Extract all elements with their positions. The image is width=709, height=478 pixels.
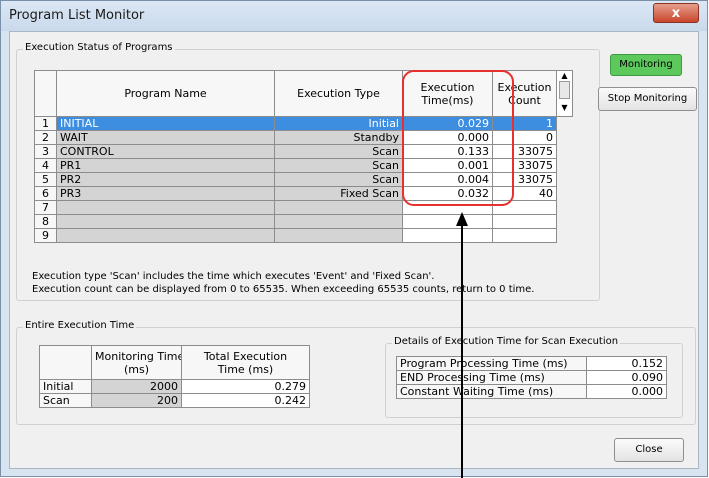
- entire-execution-time-table: Monitoring Time (ms) Total Execution Tim…: [39, 345, 310, 408]
- execution-type-cell[interactable]: Scan: [274, 158, 403, 173]
- monitoring-time-header-line1: Monitoring Time: [95, 349, 182, 363]
- table-row[interactable]: 9: [34, 228, 573, 243]
- total-execution-time-header-line2: Time (ms): [217, 362, 274, 376]
- execution-type-cell[interactable]: Initial: [274, 116, 403, 131]
- scroll-up-arrow-icon[interactable]: ▲: [558, 72, 572, 82]
- execution-time-highlight: [402, 70, 514, 206]
- detail-value: 0.152: [586, 356, 667, 371]
- execution-type-header[interactable]: Execution Type: [274, 70, 403, 117]
- detail-value: 0.090: [586, 370, 667, 385]
- monitoring-time-cell[interactable]: 200: [91, 393, 182, 408]
- annotation-arrow-icon: [456, 212, 468, 478]
- execution-count-cell[interactable]: [492, 214, 557, 229]
- execution-type-cell[interactable]: [274, 200, 403, 215]
- row-number: 7: [34, 200, 57, 215]
- scan-details-group: Details of Execution Time for Scan Execu…: [385, 336, 683, 418]
- table-row: Scan 200 0.242: [39, 393, 310, 408]
- execution-type-cell[interactable]: [274, 228, 403, 243]
- entire-corner-cell: [39, 345, 92, 380]
- detail-label: END Processing Time (ms): [396, 370, 587, 385]
- program-name-cell[interactable]: [56, 200, 275, 215]
- monitoring-time-header: Monitoring Time (ms): [91, 345, 182, 380]
- table-row: Constant Waiting Time (ms) 0.000: [396, 384, 667, 399]
- scan-details-table: Program Processing Time (ms) 0.152 END P…: [396, 356, 667, 399]
- monitoring-status-indicator: Monitoring: [610, 54, 682, 76]
- program-name-cell[interactable]: INITIAL: [56, 116, 275, 131]
- table-row: Initial 2000 0.279: [39, 379, 310, 394]
- row-number: 1: [34, 116, 57, 131]
- entire-execution-time-group: Entire Execution Time Monitoring Time (m…: [16, 320, 696, 425]
- close-button[interactable]: Close: [614, 438, 684, 462]
- scroll-thumb[interactable]: [559, 81, 570, 99]
- total-execution-time-cell: 0.279: [181, 379, 310, 394]
- program-name-cell[interactable]: CONTROL: [56, 144, 275, 159]
- row-label: Initial: [39, 379, 92, 394]
- program-name-cell[interactable]: PR2: [56, 172, 275, 187]
- program-name-cell[interactable]: WAIT: [56, 130, 275, 145]
- execution-count-cell[interactable]: [492, 228, 557, 243]
- detail-value: 0.000: [586, 384, 667, 399]
- table-row: END Processing Time (ms) 0.090: [396, 370, 667, 385]
- scan-details-legend: Details of Execution Time for Scan Execu…: [392, 336, 621, 347]
- row-number: 8: [34, 214, 57, 229]
- execution-time-cell[interactable]: [402, 228, 493, 243]
- program-name-header[interactable]: Program Name: [56, 70, 275, 117]
- program-name-cell[interactable]: [56, 214, 275, 229]
- entire-execution-time-legend: Entire Execution Time: [23, 320, 137, 331]
- program-name-cell[interactable]: PR3: [56, 186, 275, 201]
- monitoring-time-cell[interactable]: 2000: [91, 379, 182, 394]
- row-number: 5: [34, 172, 57, 187]
- execution-time-cell[interactable]: [402, 214, 493, 229]
- execution-type-cell[interactable]: Standby: [274, 130, 403, 145]
- detail-label: Constant Waiting Time (ms): [396, 384, 587, 399]
- stop-monitoring-button[interactable]: Stop Monitoring: [598, 87, 697, 111]
- row-number: 2: [34, 130, 57, 145]
- execution-type-cell[interactable]: [274, 214, 403, 229]
- detail-label: Program Processing Time (ms): [396, 356, 587, 371]
- total-execution-time-header-line1: Total Execution: [203, 349, 288, 363]
- row-label: Scan: [39, 393, 92, 408]
- row-number: 6: [34, 186, 57, 201]
- program-list-monitor-window: Program List Monitor x Execution Status …: [0, 0, 708, 477]
- execution-status-legend: Execution Status of Programs: [23, 42, 175, 53]
- program-name-cell[interactable]: [56, 228, 275, 243]
- vertical-scrollbar[interactable]: ▲ ▼: [556, 70, 573, 117]
- row-number: 3: [34, 144, 57, 159]
- execution-type-cell[interactable]: Scan: [274, 172, 403, 187]
- row-number-header: [34, 70, 57, 117]
- table-row[interactable]: 8: [34, 214, 573, 229]
- row-number: 9: [34, 228, 57, 243]
- execution-type-cell[interactable]: Fixed Scan: [274, 186, 403, 201]
- window-title: Program List Monitor: [9, 8, 145, 23]
- dialog-client-area: Execution Status of Programs Program Nam…: [9, 31, 699, 469]
- monitoring-time-header-line2: (ms): [123, 362, 150, 376]
- total-execution-time-header: Total Execution Time (ms): [181, 345, 310, 380]
- row-number: 4: [34, 158, 57, 173]
- program-name-cell[interactable]: PR1: [56, 158, 275, 173]
- scroll-down-arrow-icon[interactable]: ▼: [558, 101, 572, 114]
- execution-type-cell[interactable]: Scan: [274, 144, 403, 159]
- title-bar: Program List Monitor x: [1, 1, 707, 31]
- scan-note: Execution type 'Scan' includes the time …: [32, 271, 435, 282]
- window-close-button[interactable]: x: [653, 3, 699, 23]
- table-row: Program Processing Time (ms) 0.152: [396, 356, 667, 371]
- total-execution-time-cell: 0.242: [181, 393, 310, 408]
